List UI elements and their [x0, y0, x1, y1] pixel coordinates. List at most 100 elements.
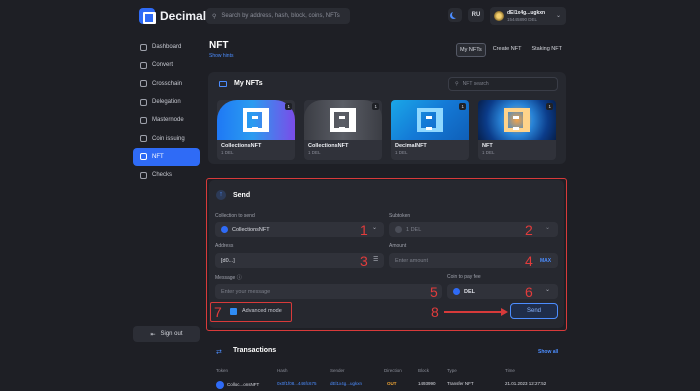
coin-fee-value: DEL: [464, 288, 475, 295]
annotation-1: 1: [360, 222, 368, 238]
my-nfts-title: My NFTs: [234, 80, 263, 87]
wallet-menu[interactable]: dEl1x4g...ugkxn 15445890 DEL ⌄: [490, 7, 566, 25]
sidebar-item-label: Delegation: [152, 99, 181, 106]
nft-name: CollectionsNFT: [308, 143, 349, 149]
search-placeholder: Search by address, hash, block, coins, N…: [221, 13, 340, 19]
nft-tabs: My NFTs Create NFT Staking NFT: [456, 43, 565, 57]
tx-token-name: Colloc...onsNFT: [227, 382, 260, 388]
column-header-token: Token: [216, 368, 229, 373]
column-header-time: Time: [505, 368, 515, 373]
send-title: Send: [233, 192, 251, 199]
column-header-hash: Hash: [277, 368, 288, 373]
show-all-link[interactable]: Show all: [538, 349, 558, 355]
tx-time: 21.01.2023 12:27:52: [505, 381, 547, 386]
send-button[interactable]: Send: [510, 303, 558, 319]
nft-image: [217, 100, 295, 140]
nft-search-placeholder: NFT search: [462, 81, 489, 87]
coin-issuing-icon: [140, 135, 147, 143]
search-icon: ⚲: [212, 13, 217, 20]
nft-image: [391, 100, 469, 140]
sidebar-item-checks[interactable]: Checks: [133, 166, 200, 184]
subtoken-label: Subtoken: [389, 213, 411, 219]
app-name: Decimal: [160, 9, 207, 23]
advanced-mode-checkbox[interactable]: [230, 308, 237, 315]
chevron-down-icon: ⌄: [372, 225, 378, 231]
message-label: Message ⓘ: [215, 274, 242, 281]
sidebar-item-coin-issuing[interactable]: Coin issuing: [133, 129, 200, 147]
address-value: [d0...]: [221, 257, 235, 264]
tab-my-nfts[interactable]: My NFTs: [456, 43, 486, 57]
collection-label: Collection to send: [215, 213, 255, 219]
crosschain-icon: [140, 80, 147, 88]
amount-placeholder: Enter amount: [395, 257, 429, 264]
coin-icon: [453, 288, 460, 295]
annotation-3: 3: [360, 253, 368, 269]
sidebar-item-label: Crosschain: [152, 80, 183, 87]
nft-price: 1 DEL: [482, 150, 495, 155]
annotation-7: 7: [214, 304, 222, 320]
nft-search-input[interactable]: ⚲ NFT search: [448, 77, 558, 91]
search-icon: ⚲: [455, 81, 459, 87]
transactions-title: Transactions: [233, 347, 277, 354]
tab-create-nft[interactable]: Create NFT: [490, 43, 525, 57]
sidebar-item-convert[interactable]: Convert: [133, 56, 200, 74]
delegation-icon: [140, 98, 147, 106]
coin-icon: [395, 226, 402, 233]
nft-image: [304, 100, 382, 140]
sidebar-item-crosschain[interactable]: Crosschain: [133, 75, 200, 93]
annotation-4: 4: [525, 253, 533, 269]
sidebar-item-dashboard[interactable]: Dashboard: [133, 38, 200, 56]
message-input[interactable]: Enter your message: [215, 284, 442, 299]
nft-count-badge: 1: [546, 103, 553, 110]
coin-icon: [221, 226, 228, 233]
nft-token-icon: [216, 381, 224, 389]
nft-name: DecimalNFT: [395, 143, 427, 149]
my-nfts-panel: My NFTs ⚲ NFT search 1 CollectionsNFT 1 …: [208, 72, 566, 164]
wallet-address: dEl1x4g...ugkxn: [507, 10, 546, 16]
nft-card[interactable]: 1 DecimalNFT 1 DEL: [391, 100, 469, 160]
address-book-icon[interactable]: ☰: [373, 256, 378, 263]
collection-select[interactable]: CollectionsNFT: [215, 222, 384, 237]
nft-card[interactable]: 1 NFT 1 DEL: [478, 100, 556, 160]
sidebar-item-label: Convert: [152, 62, 174, 69]
language-switcher[interactable]: RU: [468, 8, 484, 22]
sign-out-label: Sign out: [160, 331, 183, 337]
nft-image: [478, 100, 556, 140]
sidebar-item-label: NFT: [152, 153, 164, 160]
sidebar-item-nft[interactable]: NFT: [133, 147, 200, 167]
nft-name: CollectionsNFT: [221, 143, 262, 149]
max-button[interactable]: MAX: [540, 258, 551, 264]
annotation-2: 2: [525, 222, 533, 238]
dashboard-icon: [140, 43, 147, 51]
show-hints-link[interactable]: Show hints: [209, 53, 233, 59]
nft-card[interactable]: 1 CollectionsNFT 1 DEL: [304, 100, 382, 160]
nft-count-badge: 1: [285, 103, 292, 110]
column-header-type: Type: [447, 368, 457, 373]
annotation-arrow-head: [501, 308, 508, 316]
chevron-down-icon: ⌄: [556, 13, 562, 19]
sign-out-button[interactable]: ⇤ Sign out: [133, 326, 200, 342]
tx-hash-link[interactable]: 0x0f1f08...446fc675: [277, 381, 317, 386]
annotation-8: 8: [431, 304, 439, 320]
coin-fee-select[interactable]: DEL: [447, 284, 558, 299]
sign-out-icon: ⇤: [150, 331, 156, 338]
global-search-input[interactable]: ⚲ Search by address, hash, block, coins,…: [206, 8, 350, 24]
tab-staking-nft[interactable]: Staking NFT: [528, 43, 565, 57]
message-placeholder: Enter your message: [221, 288, 271, 295]
info-icon[interactable]: ⓘ: [237, 275, 242, 281]
sidebar-item-masternode[interactable]: Masternode: [133, 111, 200, 129]
sidebar-item-delegation[interactable]: Delegation: [133, 93, 200, 111]
theme-toggle-moon-icon[interactable]: [448, 8, 462, 22]
address-input[interactable]: [d0...]: [215, 253, 384, 268]
column-header-sender: Sender: [330, 368, 345, 373]
convert-icon: [140, 61, 147, 69]
sidebar: Dashboard Convert Crosschain Delegation …: [133, 38, 200, 184]
nft-icon: [140, 153, 147, 161]
nft-price: 1 DEL: [395, 150, 408, 155]
tx-direction: OUT: [387, 381, 397, 386]
wallet-avatar: [494, 11, 504, 21]
decimal-logo-icon: [139, 8, 156, 24]
nft-card[interactable]: 1 CollectionsNFT 1 DEL: [217, 100, 295, 160]
tx-sender-link[interactable]: dEl1x4g...ugkxn: [330, 381, 362, 386]
tx-block[interactable]: 1493990: [418, 381, 436, 386]
